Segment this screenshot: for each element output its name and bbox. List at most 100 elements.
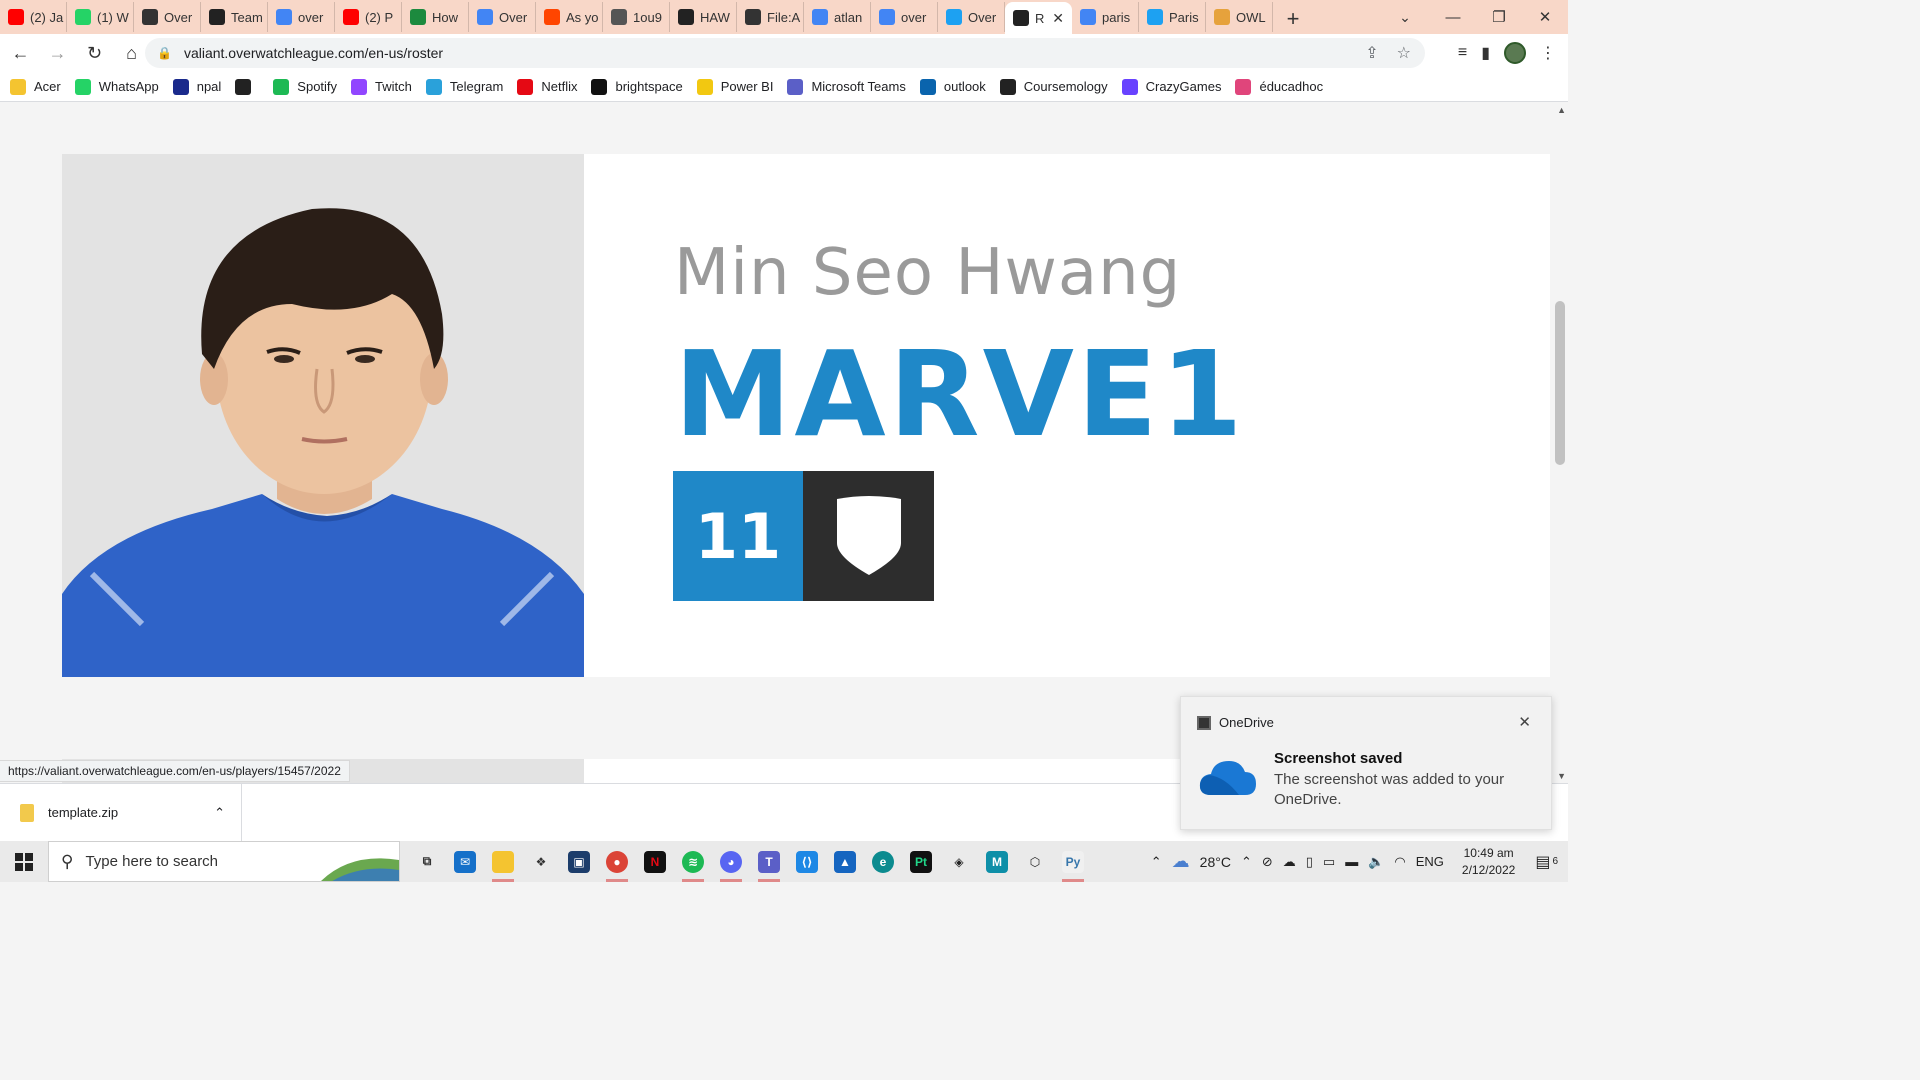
share-icon[interactable]: ⇪ [1365,43,1378,63]
task-view-icon[interactable]: ⧉ [408,841,446,882]
tab-label[interactable]: How [432,10,468,25]
bookmark-label[interactable]: CrazyGames [1146,79,1222,94]
bookmark-item[interactable]: Telegram [425,78,503,95]
menu-icon[interactable]: ⋮ [1540,43,1556,63]
tab[interactable]: over [268,2,335,32]
scroll-down-icon[interactable]: ▼ [1557,771,1566,781]
bookmark-label[interactable]: Acer [34,79,61,94]
bookmark-item[interactable]: CrazyGames [1121,78,1222,95]
tab[interactable]: Team [201,2,268,32]
bookmark-label[interactable]: WhatsApp [99,79,159,94]
home-icon[interactable]: ⌂ [115,37,148,70]
bookmark-label[interactable]: outlook [944,79,986,94]
new-tab-button[interactable]: + [1273,4,1313,34]
tab[interactable]: (2) P [335,2,402,32]
tab-label[interactable]: paris [1102,10,1138,25]
photos-icon[interactable]: ▲ [826,841,864,882]
tab[interactable]: atlan [804,2,871,32]
unity-icon[interactable]: ◈ [940,841,978,882]
scroll-thumb[interactable] [1555,301,1565,465]
device-icon[interactable]: ▯ [1306,854,1313,870]
edge-icon[interactable]: e [864,841,902,882]
teams-icon[interactable]: T [750,841,788,882]
bookmark-label[interactable]: Telegram [450,79,503,94]
bookmark-item[interactable]: Microsoft Teams [787,78,906,95]
tab[interactable]: (2) Ja [0,2,67,32]
spotify-icon[interactable]: ≋ [674,841,712,882]
media-control-icon[interactable]: ≡ [1458,44,1467,62]
tab-label[interactable]: Over [499,10,535,25]
bookmark-item[interactable]: Power BI [696,78,774,95]
bookmark-item[interactable]: WhatsApp [74,78,159,95]
tab-label[interactable]: HAW [700,10,736,25]
windows-start-icon[interactable] [0,841,48,882]
tab[interactable]: File:A [737,2,804,32]
bookmark-label[interactable]: Netflix [541,79,577,94]
bookmark-item[interactable]: npal [172,78,222,95]
tab-label[interactable]: Over [164,10,200,25]
download-item[interactable]: template.zip ⌃ [0,783,242,842]
tab-label[interactable]: (2) P [365,10,401,25]
forward-icon[interactable]: → [41,37,74,70]
bookmark-label[interactable]: npal [197,79,222,94]
tab-label[interactable]: (1) W [97,10,133,25]
bookmark-label[interactable]: éducadhoc [1259,79,1323,94]
taskbar-search-input[interactable]: ⚲ Type here to search [48,841,400,882]
tab[interactable]: Over [469,2,536,32]
page-scrollbar[interactable]: ▲ ▼ [1552,103,1568,783]
minimize-icon[interactable]: — [1430,0,1476,34]
tab-label[interactable]: Team [231,10,267,25]
bookmark-label[interactable]: Twitch [375,79,412,94]
bookmark-item[interactable]: Coursemology [999,78,1108,95]
tab[interactable]: Over [938,2,1005,32]
app-store-icon[interactable]: ▣ [560,841,598,882]
tab[interactable]: Paris [1139,2,1206,32]
volume-icon[interactable]: 🔈 [1368,854,1384,870]
battery-icon[interactable]: ▬ [1345,854,1358,869]
bookmark-item[interactable]: Spotify [273,78,337,95]
discord-icon[interactable]: ◕ [712,841,750,882]
close-window-icon[interactable]: ✕ [1522,0,1568,34]
scroll-up-icon[interactable]: ▲ [1557,105,1566,115]
tab-label[interactable]: Over [968,10,1004,25]
download-filename[interactable]: template.zip [48,805,200,820]
tab[interactable]: OWL [1206,2,1273,32]
bookmark-label[interactable]: Microsoft Teams [811,79,905,94]
language-indicator[interactable]: ENG [1416,854,1444,869]
tab[interactable]: HAW [670,2,737,32]
close-tab-icon[interactable]: ✕ [1052,10,1072,27]
back-icon[interactable]: ← [4,37,37,70]
tab-label[interactable]: File:A [767,10,803,25]
pycharm-icon[interactable]: Pt [902,841,940,882]
tab-label[interactable]: atlan [834,10,870,25]
tab-search-icon[interactable]: ⌄ [1390,0,1420,34]
tab[interactable]: As yo [536,2,603,32]
tab[interactable]: paris [1072,2,1139,32]
lock-icon[interactable]: 🔒 [157,46,172,60]
vscode-icon[interactable]: ⟨⟩ [788,841,826,882]
player-card[interactable]: Min Seo Hwang MARVE1 11 [62,154,1550,677]
address-bar[interactable]: 🔒 valiant.overwatchleague.com/en-us/rost… [145,38,1425,68]
maya-icon[interactable]: M [978,841,1016,882]
onedrive-tray-icon[interactable]: ☁ [1283,854,1296,870]
notification-center-icon[interactable]: ▤ [1535,852,1550,872]
tab-active[interactable]: R ✕ [1005,2,1072,34]
bookmark-label[interactable]: brightspace [615,79,682,94]
tray-overflow-icon[interactable]: ⌃ [1151,854,1162,870]
tab-label[interactable]: over [298,10,334,25]
bookmark-label[interactable]: Coursemology [1024,79,1108,94]
tab[interactable]: (1) W [67,2,134,32]
file-explorer-icon[interactable] [484,841,522,882]
dropbox-icon[interactable]: ❖ [522,841,560,882]
tab[interactable]: 1ou9 [603,2,670,32]
clock[interactable]: 10:49 am 2/12/2022 [1462,845,1515,879]
network-status-icon[interactable]: ⊘ [1262,854,1273,870]
bookmark-star-icon[interactable]: ☆ [1397,43,1411,63]
tab-label[interactable]: OWL [1236,10,1272,25]
bookmark-label[interactable]: Power BI [721,79,774,94]
tab-label[interactable]: As yo [566,10,602,25]
show-hidden-icons-icon[interactable]: ⌃ [1241,854,1252,870]
bookmark-item[interactable] [235,78,259,95]
bookmark-item[interactable]: brightspace [591,78,683,95]
weather-temp[interactable]: 28°C [1200,854,1231,870]
